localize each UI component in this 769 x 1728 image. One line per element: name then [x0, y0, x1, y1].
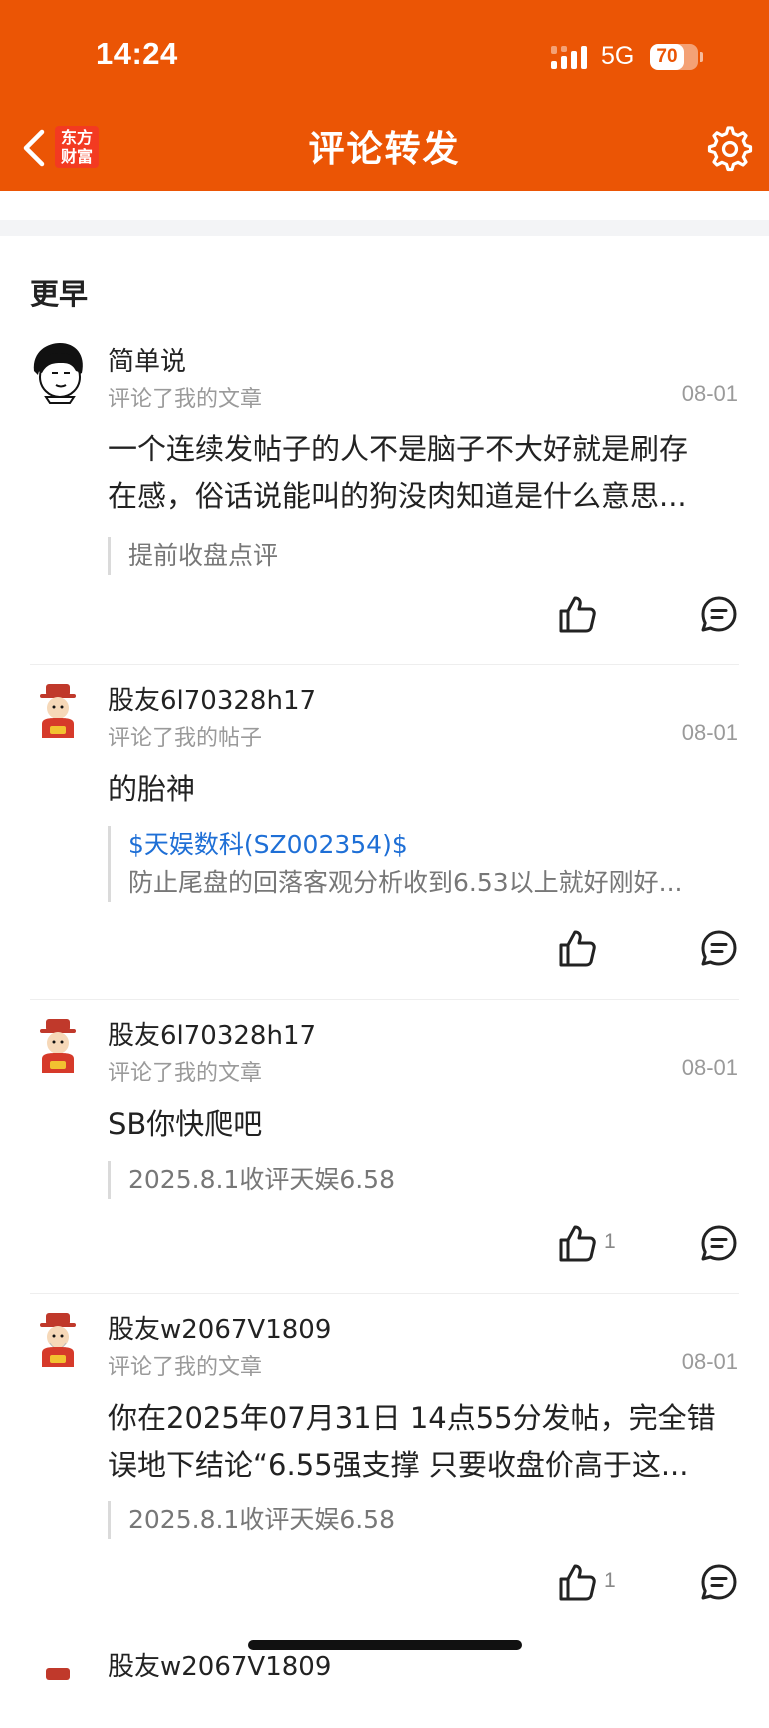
- quoted-post-title: 提前收盘点评: [128, 541, 279, 570]
- username[interactable]: 股友6l70328h17: [108, 680, 316, 717]
- section-divider: [0, 220, 769, 236]
- signal-icon: [551, 46, 587, 69]
- comment-date: 08-01: [681, 720, 738, 745]
- gear-icon[interactable]: [707, 126, 753, 172]
- comment-date: 08-01: [681, 1349, 738, 1374]
- comment-action: 评论了我的文章: [108, 1355, 263, 1380]
- item-divider: [30, 1293, 739, 1294]
- user-avatar[interactable]: [30, 341, 86, 405]
- quoted-post[interactable]: 2025.8.1收评天娱6.58: [108, 1161, 738, 1199]
- battery-level: 70: [656, 46, 678, 67]
- like-count: 1: [604, 1230, 616, 1253]
- comment-content-line[interactable]: 你在2025年07月31日 14点55分发帖，完全错: [108, 1395, 738, 1442]
- battery-nub: [700, 52, 703, 62]
- comment-icon[interactable]: [700, 595, 738, 633]
- username[interactable]: 股友w2067V1809: [108, 1309, 331, 1346]
- comment-date: 08-01: [681, 381, 738, 406]
- quoted-post-title: 2025.8.1收评天娱6.58: [128, 1505, 395, 1534]
- status-time: 14:24: [96, 36, 178, 71]
- user-avatar[interactable]: [30, 1309, 86, 1373]
- item-divider: [30, 999, 739, 1000]
- thumbs-up-icon[interactable]: [557, 928, 597, 968]
- quoted-post-title: 2025.8.1收评天娱6.58: [128, 1165, 395, 1194]
- user-avatar[interactable]: [30, 1015, 86, 1079]
- battery-icon: 70: [650, 44, 698, 70]
- user-avatar[interactable]: [30, 1664, 86, 1728]
- comment-action: 评论了我的文章: [108, 1061, 263, 1086]
- comment-content-line[interactable]: SB你快爬吧: [108, 1101, 738, 1148]
- quoted-post[interactable]: 提前收盘点评: [108, 537, 738, 575]
- item-divider: [30, 664, 739, 665]
- thumbs-up-icon[interactable]: [557, 1223, 597, 1263]
- thumbs-up-icon[interactable]: [557, 1562, 597, 1602]
- page-title: 评论转发: [308, 129, 461, 170]
- comment-icon[interactable]: [700, 1563, 738, 1601]
- app-header: 14:24 5G 70 东方 财富 评论转发: [0, 0, 769, 191]
- comment-content-line[interactable]: 在感，俗话说能叫的狗没肉知道是什么意思...: [108, 473, 738, 520]
- comment-content-line[interactable]: 一个连续发帖子的人不是脑子不大好就是刷存: [108, 426, 738, 473]
- quoted-post-title: 防止尾盘的回落客观分析收到6.53以上就好刚好...: [128, 868, 683, 897]
- section-title: 更早: [30, 277, 89, 311]
- stock-link[interactable]: $天娱数科(SZ002354)$: [128, 826, 738, 864]
- username[interactable]: 简单说: [108, 341, 186, 378]
- quoted-post[interactable]: 2025.8.1收评天娱6.58: [108, 1501, 738, 1539]
- thumbs-up-icon[interactable]: [557, 594, 597, 634]
- comment-icon[interactable]: [700, 1224, 738, 1262]
- comment-action: 评论了我的文章: [108, 387, 263, 412]
- comment-date: 08-01: [681, 1055, 738, 1080]
- network-type: 5G: [601, 42, 635, 70]
- home-indicator[interactable]: [248, 1640, 522, 1650]
- comment-action: 评论了我的帖子: [108, 726, 263, 751]
- comment-content-line[interactable]: 的胎神: [108, 766, 738, 813]
- username[interactable]: 股友6l70328h17: [108, 1015, 316, 1052]
- comment-content-line[interactable]: 误地下结论“6.55强支撑 只要收盘价高于这...: [108, 1442, 738, 1489]
- comment-icon[interactable]: [700, 929, 738, 967]
- quoted-post[interactable]: $天娱数科(SZ002354)$ 防止尾盘的回落客观分析收到6.53以上就好刚好…: [108, 826, 738, 902]
- like-count: 1: [604, 1569, 616, 1592]
- user-avatar[interactable]: [30, 680, 86, 744]
